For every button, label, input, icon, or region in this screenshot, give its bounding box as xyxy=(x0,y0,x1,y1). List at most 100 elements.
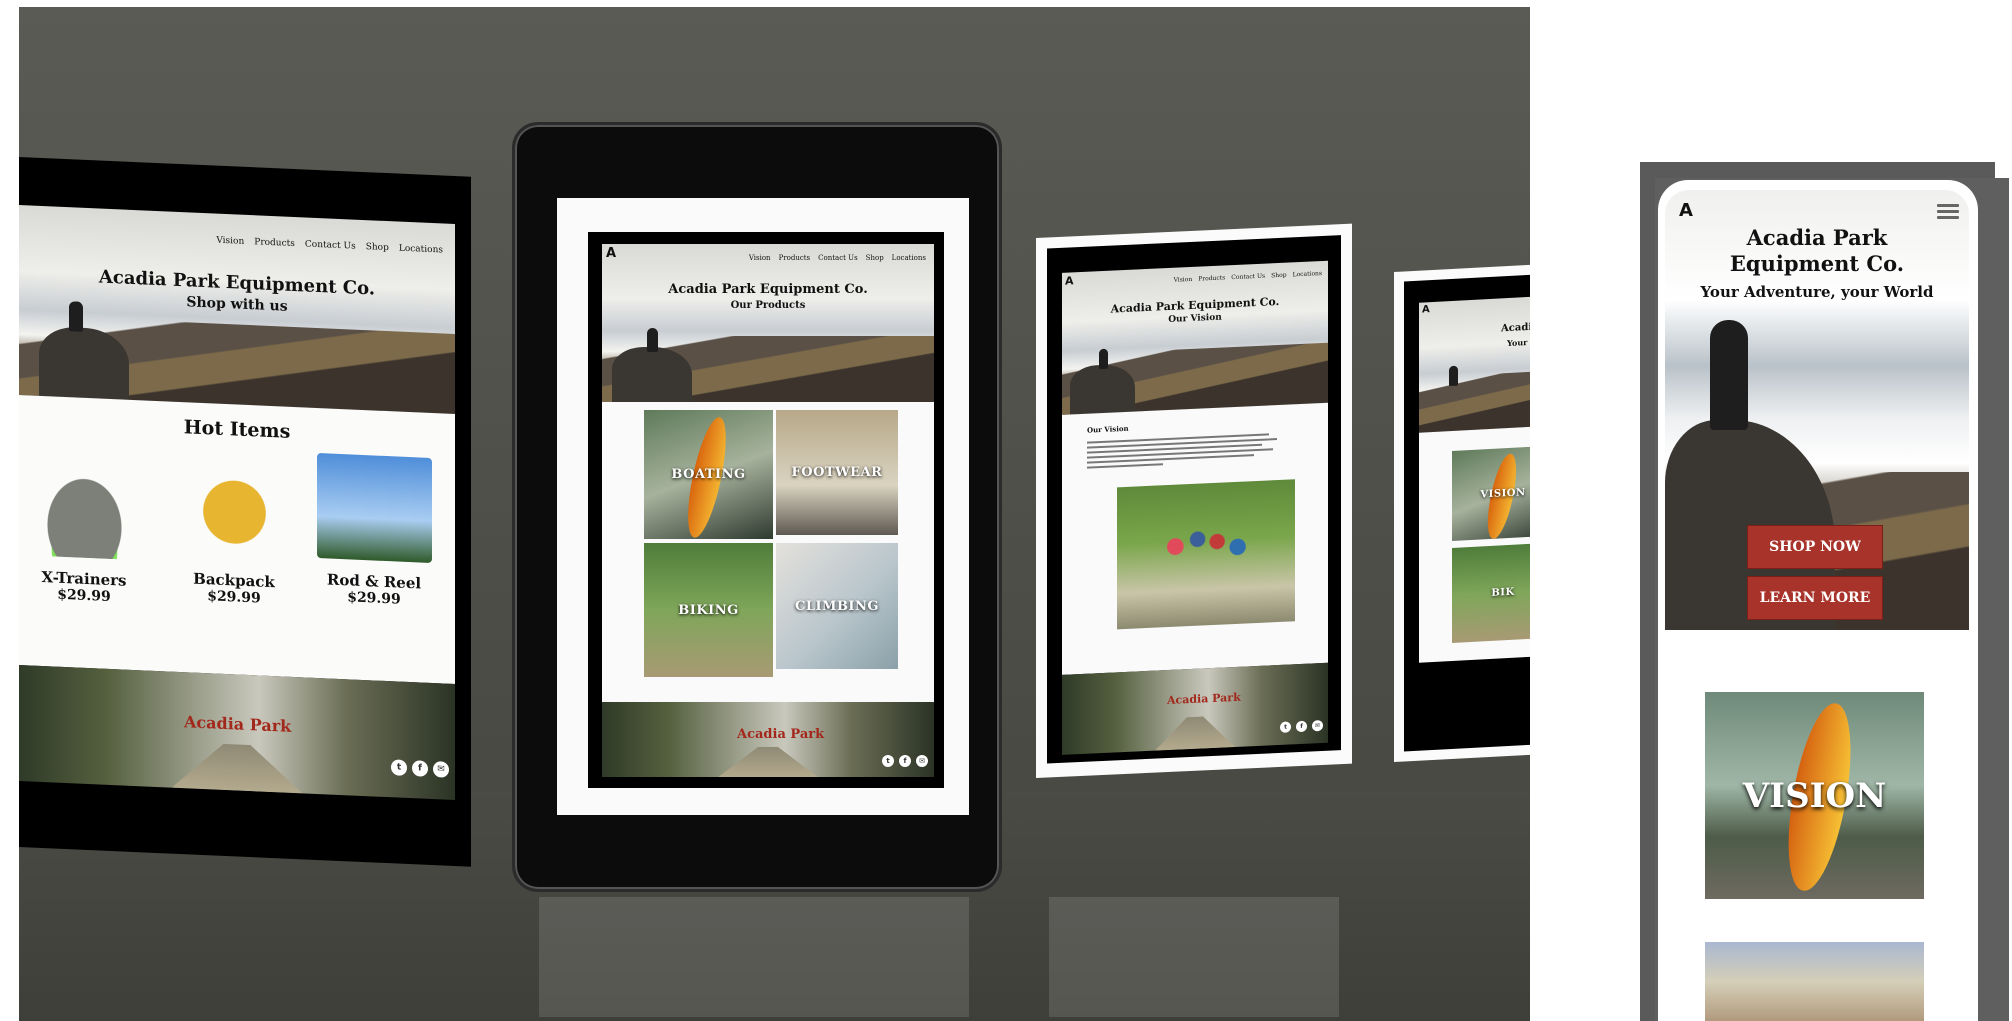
site-title-line2: Equipment Co. xyxy=(1729,251,1905,276)
nav-contact[interactable]: Contact Us xyxy=(818,254,858,262)
tile-label: CLIMBING xyxy=(794,598,879,614)
tile-label: BIK xyxy=(1491,586,1515,599)
learn-more-button[interactable]: LEARN MORE xyxy=(1747,576,1883,620)
mail-icon[interactable]: ✉ xyxy=(1312,719,1323,732)
top-nav: Vision Products Contact Us Shop Location… xyxy=(1174,270,1322,284)
phone-screen: A Acadia Park Equipment Co. Your Adventu… xyxy=(1658,180,1978,1021)
vision-page-screen: A Vision Products Contact Us Shop Locati… xyxy=(1036,223,1352,779)
footer-logo: Acadia Park xyxy=(184,712,292,736)
logo-icon[interactable]: A xyxy=(1065,274,1074,287)
home-hero: Vision Products Contact Us Shop Location… xyxy=(19,205,455,415)
facebook-icon[interactable]: f xyxy=(1296,720,1307,733)
nav-shop[interactable]: Shop xyxy=(1271,272,1286,280)
mountain-ridge xyxy=(1419,371,1530,433)
hiker-figure xyxy=(1710,320,1748,430)
site-title-fragment: Acadia P xyxy=(1501,321,1530,335)
nav-shop[interactable]: Shop xyxy=(366,242,389,253)
site-title: Acadia Park Equipment Co. xyxy=(1665,225,1969,277)
phone-hero: A Acadia Park Equipment Co. Your Adventu… xyxy=(1665,190,1969,630)
shoe-icon xyxy=(26,450,142,561)
twitter-icon[interactable]: t xyxy=(882,755,894,767)
nav-vision[interactable]: Vision xyxy=(749,254,771,262)
shop-now-button[interactable]: SHOP NOW xyxy=(1747,525,1883,569)
logo-icon[interactable]: A xyxy=(1422,304,1430,315)
vision-paragraph xyxy=(1087,433,1277,472)
forest-path xyxy=(172,741,303,793)
facebook-icon[interactable]: f xyxy=(899,755,911,767)
mail-icon[interactable]: ✉ xyxy=(433,761,449,778)
category-tile-footwear[interactable]: FOOTWEAR xyxy=(776,410,898,535)
nav-products[interactable]: Products xyxy=(1198,274,1225,282)
hiker-figure xyxy=(1449,365,1458,387)
hiker-figure xyxy=(69,301,83,332)
social-links: t f ✉ xyxy=(391,759,449,778)
nav-locations[interactable]: Locations xyxy=(1293,270,1322,278)
hamburger-menu-icon[interactable] xyxy=(1937,204,1959,220)
vision-card[interactable]: VISION xyxy=(1705,692,1924,899)
tablet-device: A Vision Products Contact Us Shop Locati… xyxy=(512,122,1002,892)
mobile-home-screen-partial: A Acadia P Your A VISION BIK xyxy=(1394,263,1530,762)
logo-icon[interactable]: A xyxy=(606,246,616,261)
nav-products[interactable]: Products xyxy=(779,254,811,262)
tablet-reflection xyxy=(539,897,969,1017)
tagline: Your Adventure, your World xyxy=(1700,283,1934,301)
products-page: A Vision Products Contact Us Shop Locati… xyxy=(588,232,944,788)
tile-label: BOATING xyxy=(671,467,746,482)
family-biking-photo xyxy=(1117,479,1295,630)
category-tile-biking[interactable]: BIKING xyxy=(644,543,773,677)
hiker-figure xyxy=(647,328,658,352)
social-links: t f ✉ xyxy=(882,755,928,767)
rock-outcrop xyxy=(1070,363,1135,415)
nav-contact[interactable]: Contact Us xyxy=(1231,273,1265,282)
mail-icon[interactable]: ✉ xyxy=(916,755,928,767)
hero-subtitle: Our Products xyxy=(730,300,806,311)
hiker-figure xyxy=(1099,348,1108,370)
nav-shop[interactable]: Shop xyxy=(866,254,884,262)
forest-path xyxy=(718,747,818,777)
backpack-icon xyxy=(176,451,292,562)
footer-logo: Acadia Park xyxy=(1167,690,1241,708)
rock-outcrop xyxy=(612,347,692,402)
category-tile-boating[interactable]: BOATING xyxy=(644,410,773,539)
tile-label: BIKING xyxy=(678,602,739,618)
vision-page: A Vision Products Contact Us Shop Locati… xyxy=(1047,235,1341,764)
partial-hero: A Acadia P Your A xyxy=(1419,295,1530,433)
forest-path xyxy=(1155,715,1235,751)
nav-contact[interactable]: Contact Us xyxy=(305,239,356,251)
site-footer: Acadia Park t f ✉ xyxy=(19,665,455,801)
mockup-stage: Vision Products Contact Us Shop Location… xyxy=(19,7,1530,1021)
tagline-fragment: Your A xyxy=(1507,337,1530,349)
screen-reflection xyxy=(1049,897,1339,1017)
facebook-icon[interactable]: f xyxy=(412,760,428,777)
tile-label: VISION xyxy=(1480,486,1526,500)
category-grid: BOATING FOOTWEAR BIKING CLIMBING xyxy=(602,402,934,702)
product-card[interactable]: Rod & Reel $29.99 xyxy=(309,452,439,610)
category-tile-vision[interactable]: VISION xyxy=(1452,445,1530,541)
social-links: t f ✉ xyxy=(1280,719,1323,733)
section-title: Hot Items xyxy=(183,416,291,443)
site-footer: Acadia Park t f ✉ xyxy=(1062,662,1328,755)
tablet-screen: A Vision Products Contact Us Shop Locati… xyxy=(557,198,969,815)
logo-icon[interactable]: A xyxy=(1679,200,1693,221)
vision-hero: A Vision Products Contact Us Shop Locati… xyxy=(1062,260,1328,415)
hot-items-section: Hot Items X-Trainers $29.99 Backpack $29… xyxy=(19,395,455,685)
nav-locations[interactable]: Locations xyxy=(892,254,926,262)
section-title: Our Vision xyxy=(1087,423,1129,435)
twitter-icon[interactable]: t xyxy=(391,759,407,776)
nav-vision[interactable]: Vision xyxy=(1174,276,1193,284)
vision-section: Our Vision xyxy=(1062,402,1328,675)
site-footer: Acadia Park t f ✉ xyxy=(602,702,934,777)
tile-label: FOOTWEAR xyxy=(791,465,883,480)
nav-vision[interactable]: Vision xyxy=(216,236,244,247)
category-tile-climbing[interactable]: CLIMBING xyxy=(776,543,898,669)
twitter-icon[interactable]: t xyxy=(1280,721,1291,733)
products-hero: A Vision Products Contact Us Shop Locati… xyxy=(602,244,934,402)
nav-products[interactable]: Products xyxy=(254,237,295,249)
product-card[interactable]: Backpack $29.99 xyxy=(169,451,299,609)
nav-locations[interactable]: Locations xyxy=(399,244,443,256)
footwear-card[interactable] xyxy=(1705,942,1924,1021)
site-title-line1: Acadia Park xyxy=(1746,225,1888,250)
partial-body: VISION BIK xyxy=(1419,425,1530,663)
category-tile-biking[interactable]: BIK xyxy=(1452,542,1530,643)
product-card[interactable]: X-Trainers $29.99 xyxy=(19,450,149,607)
